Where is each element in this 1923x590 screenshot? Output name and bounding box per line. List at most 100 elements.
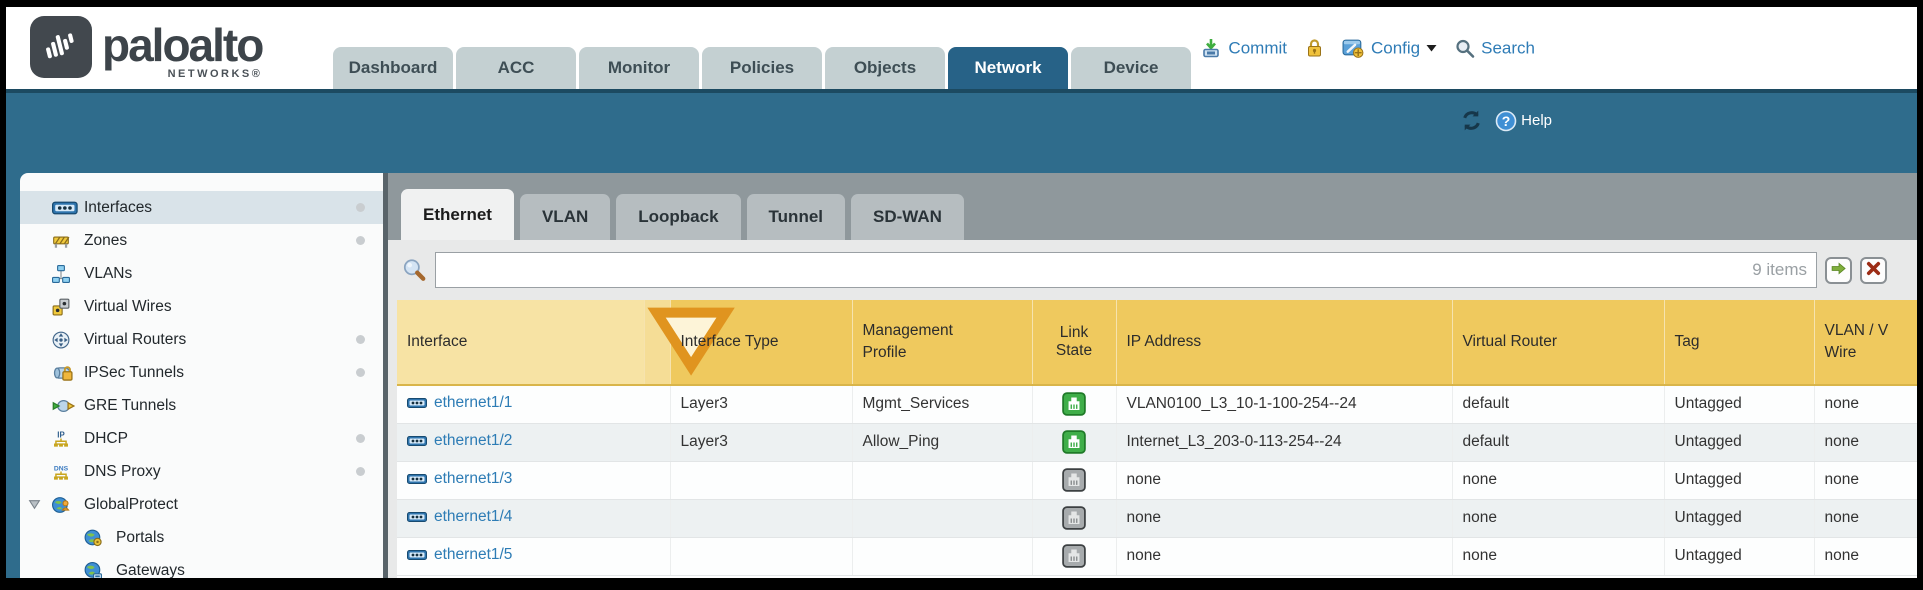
expander-icon[interactable]	[28, 499, 52, 510]
sidebar-item-label: Gateways	[116, 562, 373, 579]
help-label: Help	[1521, 112, 1552, 129]
cell-interface-type: Layer3	[670, 385, 852, 423]
subtab-loopback[interactable]: Loopback	[616, 194, 740, 240]
cell-interface: ethernet1/2	[397, 423, 670, 461]
sidebar-item-zones[interactable]: Zones	[20, 224, 383, 257]
commit-label: Commit	[1228, 38, 1287, 58]
sidebar-item-virtual-routers[interactable]: Virtual Routers	[20, 323, 383, 356]
commit-icon	[1200, 37, 1222, 59]
column-header-vr[interactable]: Virtual Router	[1452, 300, 1664, 385]
sidebar-item-label: GlobalProtect	[84, 496, 373, 514]
subtab-vlan[interactable]: VLAN	[520, 194, 610, 240]
sidebar-item-label: DHCP	[84, 430, 356, 448]
interface-link[interactable]: ethernet1/4	[434, 508, 512, 526]
app-window: paloalto NETWORKS® DashboardACCMonitorPo…	[0, 0, 1923, 590]
link-down-icon	[1062, 468, 1086, 492]
apply-filter-button[interactable]	[1825, 257, 1852, 284]
sidebar-item-label: Virtual Wires	[84, 298, 373, 316]
sidebar-item-ipsec-tunnels[interactable]: IPSec Tunnels	[20, 356, 383, 389]
column-header-sort[interactable]	[644, 300, 670, 385]
green-arrow-icon	[1830, 260, 1847, 280]
cell-link-state	[1032, 499, 1116, 537]
column-header-interface[interactable]: Interface	[397, 300, 644, 385]
filter-toolbar: 9 items	[388, 240, 1917, 300]
sidebar-item-vlans[interactable]: VLANs	[20, 257, 383, 290]
search-label: Search	[1481, 38, 1535, 58]
interface-type-tabs: EthernetVLANLoopbackTunnelSD-WAN	[388, 173, 1917, 240]
tab-device[interactable]: Device	[1071, 47, 1191, 89]
cell-vlan-wire: none	[1814, 537, 1917, 575]
commit-button[interactable]: Commit	[1200, 37, 1287, 59]
sidebar-item-gateways[interactable]: Gateways	[20, 554, 383, 578]
cell-interface: ethernet1/4	[397, 499, 670, 537]
cell-virtual-router: none	[1452, 461, 1664, 499]
filter-search-icon	[401, 257, 427, 283]
table-row[interactable]: ethernet1/5nonenoneUntaggednone	[397, 537, 1917, 575]
table-row[interactable]: ethernet1/4nonenoneUntaggednone	[397, 499, 1917, 537]
lock-button[interactable]	[1305, 38, 1324, 59]
link-down-icon	[1062, 544, 1086, 568]
brand-subtext: NETWORKS®	[168, 68, 263, 80]
table-row[interactable]: ethernet1/2Layer3Allow_PingInternet_L3_2…	[397, 423, 1917, 461]
config-label: Config	[1371, 38, 1420, 58]
column-header-tag[interactable]: Tag	[1664, 300, 1814, 385]
tab-acc[interactable]: ACC	[456, 47, 576, 89]
table-body: ethernet1/1Layer3Mgmt_ServicesVLAN0100_L…	[397, 385, 1917, 575]
config-menu-button[interactable]: Config	[1342, 37, 1437, 60]
refresh-icon[interactable]	[1460, 109, 1483, 132]
cell-virtual-router: default	[1452, 385, 1664, 423]
help-button[interactable]: ? Help	[1495, 110, 1552, 132]
cell-ip-address: none	[1116, 499, 1452, 537]
column-header-mgmt[interactable]: Management Profile	[852, 300, 1032, 385]
table-header-row: InterfaceInterface TypeManagement Profil…	[397, 300, 1917, 385]
search-button[interactable]: Search	[1455, 38, 1535, 58]
sidebar-item-label: VLANs	[84, 265, 373, 283]
caret-down-icon	[1426, 44, 1437, 53]
clear-filter-button[interactable]	[1860, 257, 1887, 284]
interface-link[interactable]: ethernet1/5	[434, 546, 512, 564]
column-header-ip[interactable]: IP Address	[1116, 300, 1452, 385]
paloalto-logo-icon	[30, 16, 92, 78]
cell-interface-type	[670, 461, 852, 499]
interface-link[interactable]: ethernet1/1	[434, 394, 512, 412]
column-header-link[interactable]: Link State	[1032, 300, 1116, 385]
link-up-icon	[1062, 392, 1086, 416]
interfaces-table: InterfaceInterface TypeManagement Profil…	[397, 300, 1917, 576]
status-dot	[356, 335, 365, 344]
status-dot	[356, 434, 365, 443]
tab-dashboard[interactable]: Dashboard	[333, 47, 453, 89]
table-row[interactable]: ethernet1/3nonenoneUntaggednone	[397, 461, 1917, 499]
subtab-tunnel[interactable]: Tunnel	[747, 194, 845, 240]
sidebar-item-portals[interactable]: Portals	[20, 521, 383, 554]
ipsec-tunnels-icon	[52, 364, 78, 382]
filter-input[interactable]	[435, 252, 1817, 288]
top-header: paloalto NETWORKS® DashboardACCMonitorPo…	[6, 7, 1917, 89]
globalprotect-icon	[52, 496, 78, 514]
sidebar-item-gre-tunnels[interactable]: GRE Tunnels	[20, 389, 383, 422]
gre-tunnels-icon	[52, 397, 78, 415]
sidebar-item-virtual-wires[interactable]: Virtual Wires	[20, 290, 383, 323]
sidebar-item-interfaces[interactable]: Interfaces	[20, 191, 383, 224]
svg-text:DNS: DNS	[54, 465, 69, 472]
interface-link[interactable]: ethernet1/3	[434, 470, 512, 488]
subtab-sd-wan[interactable]: SD-WAN	[851, 194, 964, 240]
cell-ip-address: none	[1116, 461, 1452, 499]
tab-monitor[interactable]: Monitor	[579, 47, 699, 89]
subtab-ethernet[interactable]: Ethernet	[401, 189, 514, 240]
cell-management-profile: Mgmt_Services	[852, 385, 1032, 423]
link-up-icon	[1062, 430, 1086, 454]
interface-link[interactable]: ethernet1/2	[434, 432, 512, 450]
sidebar-item-globalprotect[interactable]: GlobalProtect	[20, 488, 383, 521]
interfaces-icon	[407, 396, 427, 410]
tab-network[interactable]: Network	[948, 47, 1068, 89]
cell-link-state	[1032, 385, 1116, 423]
tab-policies[interactable]: Policies	[702, 47, 822, 89]
cell-ip-address: none	[1116, 537, 1452, 575]
cell-virtual-router: none	[1452, 499, 1664, 537]
sidebar-item-dhcp[interactable]: IPDHCP	[20, 422, 383, 455]
table-row[interactable]: ethernet1/1Layer3Mgmt_ServicesVLAN0100_L…	[397, 385, 1917, 423]
column-header-vlan[interactable]: VLAN / VWire	[1814, 300, 1917, 385]
tab-objects[interactable]: Objects	[825, 47, 945, 89]
sidebar-item-dns-proxy[interactable]: DNSDNS Proxy	[20, 455, 383, 488]
cell-interface-type	[670, 499, 852, 537]
